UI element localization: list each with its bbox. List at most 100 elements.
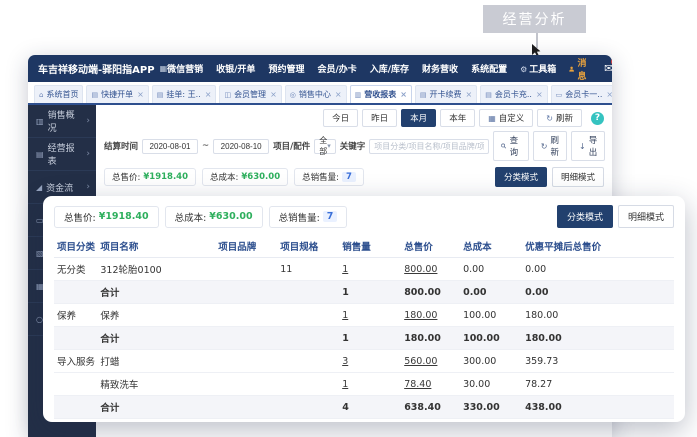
cell-link[interactable]: 78.40 (404, 379, 431, 390)
tab-icon: ▤ (420, 91, 427, 99)
detail-mode-button[interactable]: 明细模式 (552, 167, 604, 187)
tab-1[interactable]: ▤快捷开单× (86, 85, 148, 103)
table-cell: 保养 (97, 304, 215, 327)
menu-item-message[interactable]: 消息 (569, 56, 589, 82)
close-icon[interactable]: × (536, 90, 543, 99)
menu-item-0[interactable]: 微信营销 (167, 62, 203, 75)
date-separator: ~ (202, 141, 209, 151)
tab-6[interactable]: ▤开卡续费× (415, 85, 477, 103)
overlay-total-qty-stat: 总销售量: 7 (269, 206, 348, 228)
cell-link[interactable]: 1 (342, 310, 348, 321)
cell-link[interactable]: 560.00 (404, 356, 437, 367)
preset-4[interactable]: ▦自定义 (479, 109, 533, 127)
table-cell: 0.00 (460, 258, 522, 281)
total-qty-value: 7 (342, 172, 356, 182)
tab-0[interactable]: ⌂系统首页 (34, 85, 83, 103)
table-cell (215, 419, 277, 423)
total-cost-value: ¥630.00 (209, 211, 252, 222)
table-cell: 30.00 (460, 373, 522, 396)
table-cell: 100.00 (460, 304, 522, 327)
sidebar-item-0[interactable]: ▥销售概况› (28, 105, 96, 138)
preset-label: 刷新 (556, 112, 573, 124)
tab-4[interactable]: ◎销售中心× (285, 85, 347, 103)
menu-item-2[interactable]: 预约管理 (268, 62, 304, 75)
table-cell: 打蜡 (97, 350, 215, 373)
preset-3[interactable]: 本年 (440, 109, 475, 127)
tab-icon: ▤ (157, 91, 164, 99)
close-icon[interactable]: × (606, 90, 612, 99)
total-cost-label: 总成本: (210, 171, 238, 183)
menu-item-5[interactable]: 财务营收 (422, 62, 458, 75)
cell-link[interactable]: 3 (342, 356, 348, 367)
tab-5[interactable]: ▥营收报表× (350, 85, 412, 103)
chevron-right-icon: › (86, 182, 90, 192)
menu-item-label: 预约管理 (268, 65, 304, 75)
table-cell (277, 281, 339, 304)
detail-mode-button[interactable]: 明细模式 (618, 205, 674, 228)
menu-item-6[interactable]: 系统配置 (471, 62, 507, 75)
tab-7[interactable]: ▤会员卡充..× (480, 85, 547, 103)
cell-link[interactable]: 1 (342, 264, 348, 275)
close-icon[interactable]: × (205, 90, 212, 99)
cell-link[interactable]: 180.00 (404, 310, 437, 321)
toolbox-icon: ⚙ (520, 65, 527, 74)
total-price-value: ¥1918.40 (99, 211, 149, 222)
preset-5[interactable]: ↻刷新 (537, 109, 582, 127)
preset-label: 昨日 (371, 112, 388, 124)
zoom-preview-card: 总售价: ¥1918.40 总成本: ¥630.00 总销售量: 7 分类模式 … (43, 196, 685, 422)
tab-2[interactable]: ▤挂单: 王..× (152, 85, 217, 103)
export-button[interactable]: ↓ 导出 (571, 131, 605, 161)
table-cell (277, 304, 339, 327)
overlay-summary-row: 总售价: ¥1918.40 总成本: ¥630.00 总销售量: 7 分类模式 … (54, 205, 674, 228)
column-header: 项目规格 (277, 235, 339, 258)
cell-link[interactable]: 800.00 (404, 264, 437, 275)
tab-3[interactable]: ◫会员管理× (219, 85, 281, 103)
sidebar-item-1[interactable]: ▤经营报表› (28, 138, 96, 171)
table-cell: 1 (339, 281, 401, 304)
table-cell: 180.00 (522, 304, 674, 327)
close-icon[interactable]: × (400, 90, 407, 99)
person-icon (569, 65, 574, 73)
date-from-input[interactable] (142, 139, 198, 154)
close-icon[interactable]: × (335, 90, 342, 99)
tab-label: 销售中心 (299, 89, 331, 100)
menu-item-3[interactable]: 会员/办卡 (317, 62, 356, 75)
menu-item-1[interactable]: 收银/开单 (216, 62, 255, 75)
menu-item-7[interactable]: ⚙工具箱 (520, 62, 556, 75)
tab-8[interactable]: ▭会员卡一..× (551, 85, 612, 103)
preset-0[interactable]: 今日 (323, 109, 358, 127)
table-row: 导入服务打蜡3560.00300.00359.73 (54, 350, 674, 373)
table-cell (215, 327, 277, 350)
close-icon[interactable]: × (270, 90, 277, 99)
preset-2[interactable]: 本月 (401, 109, 436, 127)
overlay-report-table: 项目分类项目名称项目品牌项目规格销售量总售价总成本优惠平摊后总售价无分类312轮… (54, 235, 674, 422)
cell-link[interactable]: 1 (342, 379, 348, 390)
subtotal-row: 合计4638.40330.00438.00 (54, 396, 674, 419)
table-cell: 300.00 (401, 419, 460, 423)
mail-button[interactable]: ✉ 9 (604, 62, 612, 75)
chevron-right-icon: › (86, 149, 90, 159)
refresh-button[interactable]: ↻ 刷新 (533, 131, 567, 161)
table-cell (54, 327, 97, 350)
close-icon[interactable]: × (137, 90, 144, 99)
category-mode-button[interactable]: 分类模式 (495, 167, 547, 187)
table-cell (215, 281, 277, 304)
keyword-input[interactable] (369, 139, 489, 154)
preset-1[interactable]: 昨日 (362, 109, 397, 127)
menu-item-label: 工具箱 (529, 65, 556, 75)
table-header-row: 项目分类项目名称项目品牌项目规格销售量总售价总成本优惠平摊后总售价 (54, 235, 674, 258)
project-select[interactable]: 全部 ▾ (314, 139, 336, 154)
table-cell: 180.00 (522, 327, 674, 350)
category-mode-button[interactable]: 分类模式 (557, 205, 613, 228)
help-button[interactable]: ? (591, 112, 604, 125)
search-button[interactable]: 查询 (493, 131, 529, 161)
date-to-input[interactable] (213, 139, 269, 154)
total-price-stat: 总售价: ¥1918.40 (104, 168, 196, 186)
close-icon[interactable]: × (466, 90, 473, 99)
menu-item-4[interactable]: 入库/库存 (370, 62, 409, 75)
project-filter-label: 项目/配件 (273, 140, 310, 152)
tab-icon: ▤ (485, 91, 492, 99)
tab-label: 营收报表 (364, 89, 396, 100)
refresh-button-label: 刷新 (551, 134, 560, 158)
table-cell: 330.00 (460, 396, 522, 419)
